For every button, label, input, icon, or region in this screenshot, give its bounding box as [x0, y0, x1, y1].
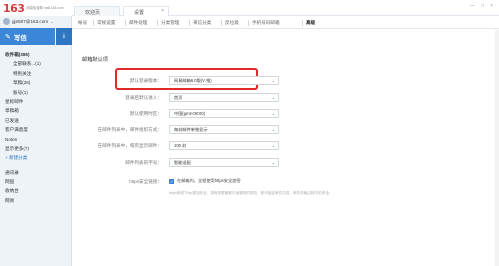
- settings-tab-1[interactable]: 常规设置: [97, 18, 115, 29]
- setting-value-3: 每封邮件单独显示: [174, 127, 208, 132]
- setting-label-1: 登录后默认进入：: [125, 95, 162, 100]
- sidebar-item-4[interactable]: 账号(1): [0, 88, 72, 97]
- sidebar-item-10[interactable]: 显示更多(7): [0, 144, 72, 153]
- setting-label-3: 在邮件列表中，邮件组织方式：: [97, 127, 162, 132]
- setting-value-2: 中国(gmt+08:00): [174, 111, 206, 116]
- chevron-down-icon: ⌄: [271, 111, 275, 116]
- compose-row: ✎ 写信 ⤓: [0, 28, 72, 45]
- sidebar-item-14[interactable]: 网盘: [0, 177, 72, 186]
- maximize-icon[interactable]: □: [481, 3, 484, 9]
- sidebar-item-13[interactable]: 通讯录: [0, 168, 72, 177]
- chevron-down-icon: ⌄: [50, 18, 54, 24]
- compose-label: 写信: [13, 34, 27, 42]
- compose-dropdown-button[interactable]: ⤓: [56, 28, 72, 45]
- sidebar-item-15[interactable]: 收纳台: [0, 186, 72, 195]
- sidebar-item-9[interactable]: Notes: [0, 135, 72, 144]
- https-checkbox[interactable]: ✓: [169, 179, 174, 184]
- setting-label-5: 邮件列表的字号：: [125, 160, 162, 165]
- logo[interactable]: 163 网易免费邮 mail.163.com: [3, 1, 63, 15]
- pencil-icon: ✎: [5, 33, 11, 41]
- account-email: gjn507@163.com: [12, 18, 49, 24]
- setting-select-4[interactable]: 100 封 ⌄: [169, 141, 279, 150]
- settings-nav-divider: [221, 20, 222, 26]
- sidebar-item-6[interactable]: 草稿箱: [0, 106, 72, 115]
- chevron-down-icon: ⌄: [271, 78, 275, 83]
- section-title: 邮箱默认项: [82, 57, 108, 63]
- settings-tab-3[interactable]: 分类管理: [161, 18, 179, 29]
- scrollbar[interactable]: [495, 30, 499, 266]
- setting-value-1: 首页: [174, 95, 183, 100]
- sidebar: gjn507@163.com ⌄ ✎ 写信 ⤓ 收件箱(386) 全部联系...(…: [0, 16, 72, 266]
- settings-nav-divider: [248, 20, 249, 26]
- settings-nav-divider: [302, 20, 303, 26]
- sidebar-item-0[interactable]: 收件箱(386): [0, 50, 72, 59]
- sidebar-item-5[interactable]: 星标邮件: [0, 97, 72, 106]
- setting-value-4: 100 封: [174, 143, 187, 148]
- https-label: https安全链接：: [129, 179, 162, 184]
- sidebar-item-11[interactable]: + 新建分类: [0, 153, 72, 162]
- window-controls: — □ ×: [470, 3, 493, 9]
- tab-bar: 欢迎页 设置 × — □ ×: [72, 0, 499, 16]
- setting-value-0: 网易邮箱6.0版(V 推): [174, 78, 212, 83]
- settings-tab-2[interactable]: 邮件处理: [129, 18, 147, 29]
- setting-label-0: 默认登录版本：: [129, 78, 162, 83]
- compose-button[interactable]: ✎ 写信: [0, 28, 55, 45]
- settings-nav: 帐号 常规设置 邮件处理 分类管理 来信分类 反垃圾 手机号码邮箱 高级: [72, 16, 499, 29]
- close-window-icon[interactable]: ×: [490, 3, 493, 9]
- setting-select-3[interactable]: 每封邮件单独显示 ⌄: [169, 125, 279, 134]
- chevron-down-icon: ⌄: [271, 95, 275, 100]
- close-icon[interactable]: ×: [161, 8, 164, 14]
- download-icon: ⤓: [62, 33, 66, 39]
- chevron-down-icon: ⌄: [271, 160, 275, 165]
- settings-tab-7[interactable]: 高级: [306, 18, 315, 29]
- setting-label-4: 在邮件列表中，每页显示邮件：: [97, 143, 162, 148]
- account-switcher[interactable]: gjn507@163.com ⌄: [3, 16, 69, 26]
- sidebar-item-1[interactable]: 全部联系...(1): [0, 59, 72, 68]
- settings-tab-5[interactable]: 反垃圾: [225, 18, 239, 29]
- sidebar-nav: 收件箱(386) 全部联系...(1) 特别关注 草稿(28) 账号(1) 星标邮件 草稿箱…: [0, 50, 72, 205]
- sidebar-item-16[interactable]: 网易: [0, 196, 72, 205]
- sidebar-item-8[interactable]: 客户满意度: [0, 125, 72, 134]
- sidebar-item-3[interactable]: 草稿(28): [0, 78, 72, 87]
- minimize-icon[interactable]: —: [470, 3, 475, 9]
- chevron-down-icon: ⌄: [271, 143, 275, 148]
- settings-tab-0[interactable]: 帐号: [78, 18, 87, 29]
- avatar: [3, 17, 10, 25]
- https-checkbox-label: 在邮箱内，全程使用https安全加密: [177, 178, 241, 183]
- logo-subtitle: 网易免费邮 mail.163.com: [26, 6, 64, 10]
- tab-welcome[interactable]: 欢迎页: [74, 6, 120, 16]
- setting-select-0[interactable]: 网易邮箱6.0版(V 推) ⌄: [169, 76, 279, 85]
- settings-nav-divider: [125, 20, 126, 26]
- settings-content: 帐号 常规设置 邮件处理 分类管理 来信分类 反垃圾 手机号码邮箱 高级 邮箱默认项 默认登录…: [72, 16, 499, 266]
- sidebar-item-7[interactable]: 已发送: [0, 116, 72, 125]
- settings-tab-4[interactable]: 来信分类: [193, 18, 211, 29]
- https-note: https网络下tcp更加安全，将有效屏蔽被中途篡改的风险，即可保证邮件内容，邮…: [169, 191, 333, 195]
- tab-settings[interactable]: 设置 ×: [123, 6, 169, 16]
- sidebar-item-2[interactable]: 特别关注: [0, 69, 72, 78]
- settings-nav-divider: [157, 20, 158, 26]
- chevron-down-icon: ⌄: [271, 127, 275, 132]
- settings-nav-divider: [93, 20, 94, 26]
- setting-value-5: 智能适配: [174, 160, 191, 165]
- setting-select-5[interactable]: 智能适配 ⌄: [169, 158, 279, 167]
- settings-nav-divider: [189, 20, 190, 26]
- logo-number: 163: [3, 1, 25, 15]
- setting-select-1[interactable]: 首页 ⌄: [169, 93, 279, 102]
- setting-select-2[interactable]: 中国(gmt+08:00) ⌄: [169, 109, 279, 118]
- setting-label-2: 默认使用时区：: [129, 111, 162, 116]
- settings-tab-6[interactable]: 手机号码邮箱: [252, 18, 280, 29]
